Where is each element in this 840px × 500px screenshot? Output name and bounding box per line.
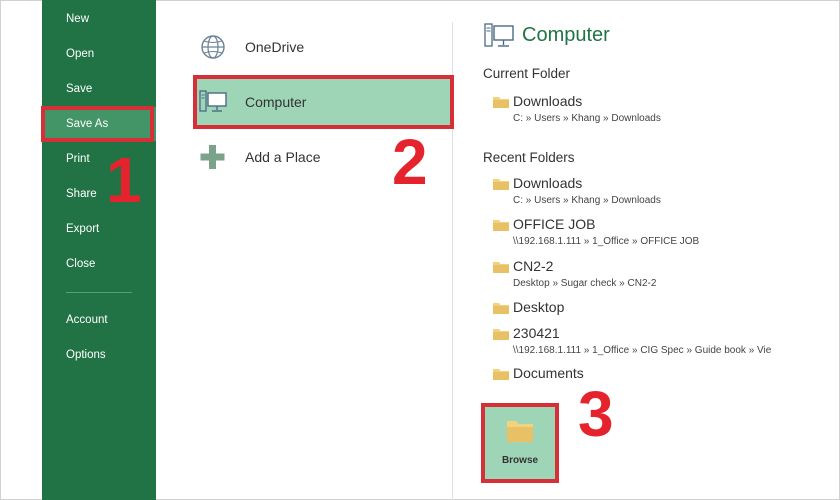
nav-export[interactable]: Export xyxy=(42,212,156,246)
recent-folder-item[interactable]: 230421 \\192.168.1.111 » 1_Office » CIG … xyxy=(493,325,793,362)
nav-save[interactable]: Save xyxy=(42,72,156,106)
plus-icon xyxy=(200,145,225,169)
folder-path: \\192.168.1.111 » 1_Office » CIG Spec » … xyxy=(513,345,772,356)
place-computer[interactable]: Computer xyxy=(195,77,452,127)
recent-folder-item[interactable]: Downloads C: » Users » Khang » Downloads xyxy=(493,175,793,212)
folder-name: CN2-2 xyxy=(513,258,554,274)
nav-save-as[interactable]: Save As xyxy=(42,107,156,141)
recent-folder-item[interactable]: OFFICE JOB \\192.168.1.111 » 1_Office » … xyxy=(493,216,793,253)
computer-icon xyxy=(199,90,227,112)
browse-button[interactable]: Browse xyxy=(485,407,555,479)
folder-path: C: » Users » Khang » Downloads xyxy=(513,113,661,124)
folder-path: \\192.168.1.111 » 1_Office » OFFICE JOB xyxy=(513,236,700,247)
nav-new[interactable]: New xyxy=(42,2,156,36)
recent-folder-item[interactable]: Documents xyxy=(493,365,793,386)
folder-name: Downloads xyxy=(513,93,583,109)
step-number-2: 2 xyxy=(392,126,428,198)
recent-folders-heading: Recent Folders xyxy=(483,150,575,165)
place-label: Add a Place xyxy=(245,149,321,165)
computer-icon xyxy=(484,23,514,47)
place-label: OneDrive xyxy=(245,39,305,55)
backstage-sidebar: New Open Save Save As Print Share Export… xyxy=(42,0,156,500)
folder-icon xyxy=(507,421,533,442)
folder-name: Desktop xyxy=(513,299,565,315)
folder-name: Downloads xyxy=(513,175,583,191)
browse-label: Browse xyxy=(501,455,539,466)
current-folder-item[interactable]: Downloads C: » Users » Khang » Downloads xyxy=(493,93,793,130)
nav-close[interactable]: Close xyxy=(42,247,156,281)
place-onedrive[interactable]: OneDrive xyxy=(195,22,452,72)
folder-path: C: » Users » Khang » Downloads xyxy=(513,195,661,206)
step-number-3: 3 xyxy=(578,378,614,450)
nav-divider xyxy=(66,292,132,293)
column-divider xyxy=(452,22,453,500)
panel-title: Computer xyxy=(522,24,610,46)
folder-name: Documents xyxy=(513,365,584,381)
folder-icon xyxy=(493,369,509,380)
current-folder-heading: Current Folder xyxy=(483,66,571,81)
globe-icon xyxy=(201,35,225,59)
folder-icon xyxy=(493,303,509,314)
step-number-1: 1 xyxy=(106,144,142,216)
folder-icon xyxy=(493,179,509,190)
recent-folder-item[interactable]: CN2-2 Desktop » Sugar check » CN2-2 xyxy=(493,258,793,295)
recent-folder-item[interactable]: Desktop xyxy=(493,299,793,320)
folder-name: OFFICE JOB xyxy=(513,216,596,232)
nav-account[interactable]: Account xyxy=(42,303,156,337)
folder-icon xyxy=(493,97,509,108)
place-label: Computer xyxy=(245,94,307,110)
nav-options[interactable]: Options xyxy=(42,338,156,372)
folder-path: Desktop » Sugar check » CN2-2 xyxy=(513,278,657,289)
nav-open[interactable]: Open xyxy=(42,37,156,71)
folder-icon xyxy=(493,262,509,273)
folder-icon xyxy=(493,329,509,340)
folder-name: 230421 xyxy=(513,325,560,341)
folder-icon xyxy=(493,220,509,231)
